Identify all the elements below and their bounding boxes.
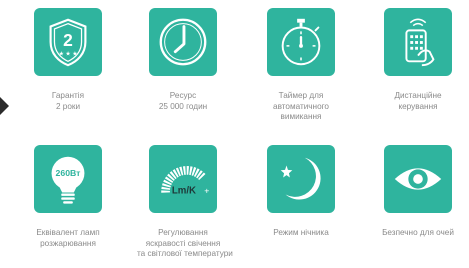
remote-control-icon <box>384 8 452 76</box>
feature-label: Ресурс 25 000 годин <box>137 91 229 112</box>
clock-icon <box>149 8 217 76</box>
feature-brightness: - + Lm/K Регулювання яскравості свічення… <box>137 145 233 260</box>
shield-2-icon: 2 ★ ★ ★ <box>34 8 102 76</box>
stopwatch-icon <box>267 8 335 76</box>
label-line: розжарювання <box>40 238 96 248</box>
feature-resource: Ресурс 25 000 годин <box>137 8 229 112</box>
svg-text:★ ★ ★: ★ ★ ★ <box>59 51 78 58</box>
feature-label: Гарантія 2 роки <box>22 91 114 112</box>
label-line: Ресурс <box>169 91 197 100</box>
feature-label: Регулювання яскравості свічення та світл… <box>137 228 233 260</box>
label-line: Еквівалент ламп <box>36 228 100 237</box>
label-line: 2 роки <box>55 101 81 111</box>
feature-night-mode: Режим нічника <box>255 145 347 239</box>
label-line: Регулювання <box>158 228 208 237</box>
label-line: Гарантія <box>51 91 85 100</box>
label-line: Таймер для <box>278 91 324 100</box>
moon-star-icon <box>267 145 335 213</box>
feature-label: Режим нічника <box>255 228 347 239</box>
brightness-arc-icon: - + Lm/K <box>149 145 217 213</box>
guarantee-badge: 2 <box>63 30 73 50</box>
label-line: та світлової температури <box>137 249 233 259</box>
feature-label: Дистанційне керування <box>372 91 464 112</box>
feature-label: Безпечно для очей <box>372 228 464 239</box>
lmk-badge: Lm/K <box>172 186 196 197</box>
feature-eye-safe: Безпечно для очей <box>372 145 464 239</box>
arrow-icon[interactable] <box>0 86 18 126</box>
label-line: Режим нічника <box>273 228 329 237</box>
feature-remote: Дистанційне керування <box>372 8 464 112</box>
minus-label: - <box>162 186 165 196</box>
label-line: яскравості свічення <box>145 238 221 248</box>
label-line: вимикання <box>280 112 322 122</box>
feature-lamp-equivalent: 260Вт Еквівалент ламп розжарювання <box>22 145 114 249</box>
label-line: Дистанційне <box>394 91 442 100</box>
feature-guarantee: 2 ★ ★ ★ Гарантія 2 роки <box>22 8 114 112</box>
label-line: Безпечно для очей <box>382 228 454 237</box>
label-line: автоматичного <box>273 101 329 111</box>
label-line: 25 000 годин <box>158 101 208 111</box>
wattage-badge: 260Вт <box>56 168 82 178</box>
feature-label: Таймер для автоматичного вимикання <box>255 91 347 123</box>
light-bulb-icon: 260Вт <box>34 145 102 213</box>
plus-label: + <box>204 186 209 196</box>
label-line: керування <box>398 101 438 111</box>
feature-label: Еквівалент ламп розжарювання <box>22 228 114 249</box>
eye-icon <box>384 145 452 213</box>
feature-timer: Таймер для автоматичного вимикання <box>255 8 347 123</box>
